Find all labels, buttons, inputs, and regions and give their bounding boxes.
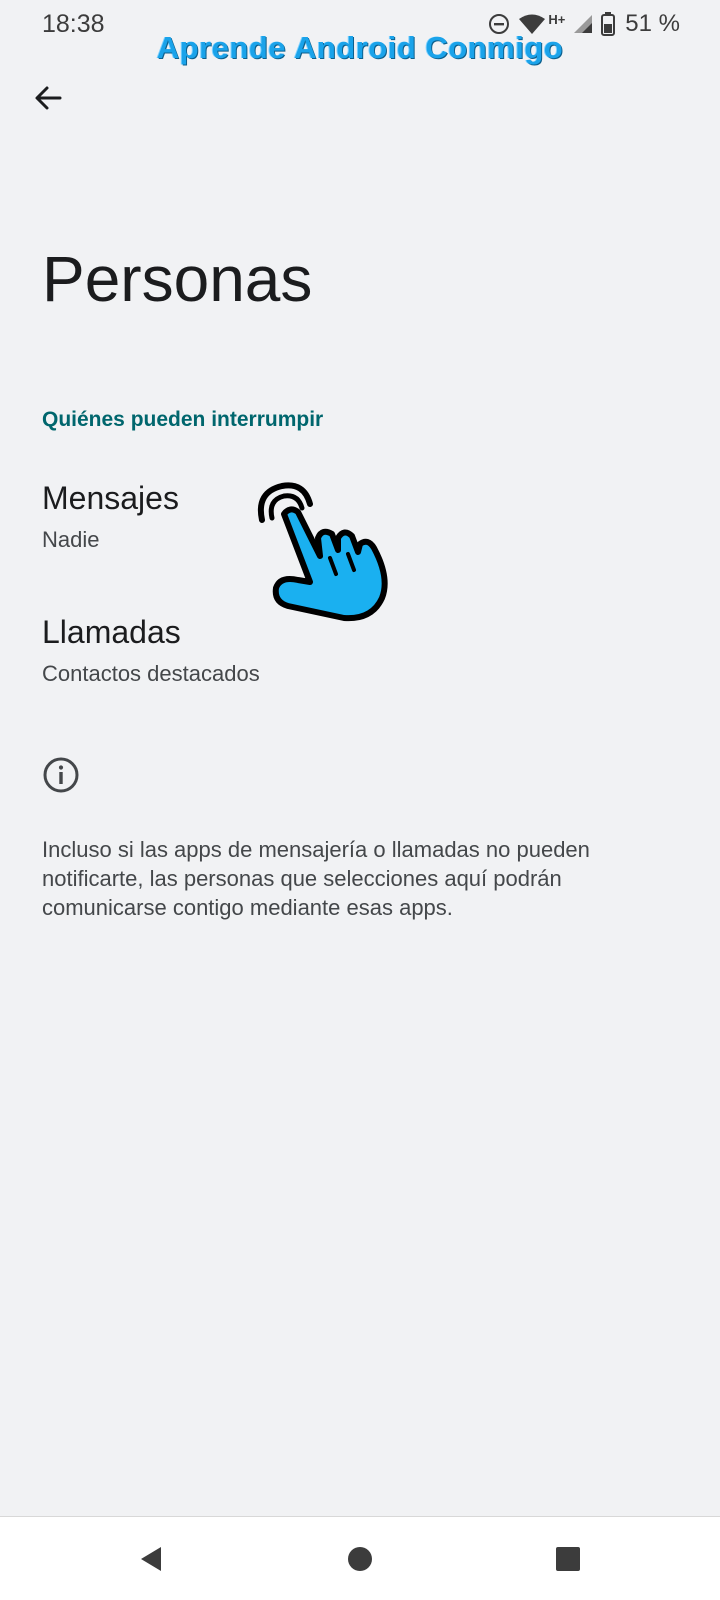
arrow-back-icon [35,86,62,110]
nav-recents-button[interactable] [548,1539,588,1579]
page-title: Personas [42,243,313,315]
nav-bar [0,1516,720,1600]
network-type-label: H+ [548,11,566,27]
nav-back-icon [141,1547,161,1571]
nav-home-icon [348,1547,372,1571]
info-description: Incluso si las apps de mensajería o llam… [42,837,590,920]
setting-item-calls[interactable]: Llamadas Contactos destacados [0,614,720,724]
setting-item-summary: Contactos destacados [42,661,260,686]
nav-home-button[interactable] [340,1539,380,1579]
nav-back-button[interactable] [132,1539,172,1579]
watermark-text: Aprende Android Conmigo [156,30,564,65]
section-header: Quiénes pueden interrumpir [42,408,324,431]
hand-pointer-icon [248,478,398,628]
nav-recents-icon [556,1547,580,1571]
info-icon [42,756,80,794]
back-button[interactable] [26,76,70,120]
